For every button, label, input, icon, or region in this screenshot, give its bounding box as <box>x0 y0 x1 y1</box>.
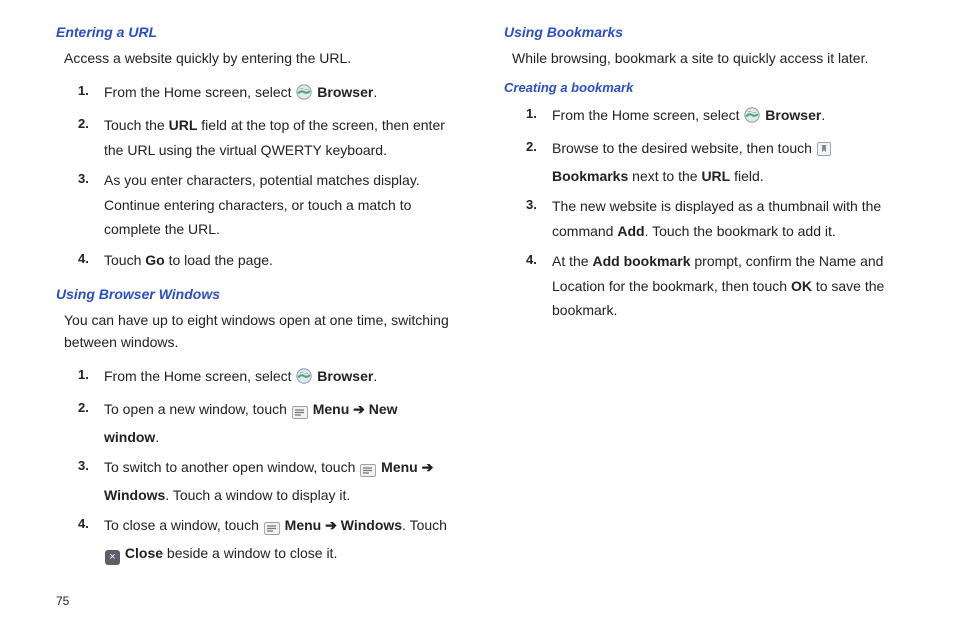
intro-entering-url: Access a website quickly by entering the… <box>64 48 456 70</box>
list-item: To close a window, touch Menu ➔ Windows.… <box>56 513 456 565</box>
bookmark-icon <box>817 139 831 164</box>
list-item: To switch to another open window, touch … <box>56 455 456 507</box>
list-item: From the Home screen, select Browser. <box>56 80 456 108</box>
list-item: Touch the URL field at the top of the sc… <box>56 113 456 162</box>
menu-icon <box>264 516 280 541</box>
list-item: Browse to the desired website, then touc… <box>504 136 904 188</box>
globe-icon <box>296 367 312 392</box>
menu-icon <box>292 400 308 425</box>
right-column: Using Bookmarks While browsing, bookmark… <box>504 24 904 579</box>
list-item: At the Add bookmark prompt, confirm the … <box>504 249 904 323</box>
globe-icon <box>744 106 760 131</box>
heading-browser-windows: Using Browser Windows <box>56 286 456 302</box>
heading-entering-url: Entering a URL <box>56 24 456 40</box>
left-column: Entering a URL Access a website quickly … <box>56 24 456 579</box>
steps-entering-url: From the Home screen, select Browser. To… <box>56 80 456 273</box>
page-number: 75 <box>56 594 69 608</box>
intro-using-bookmarks: While browsing, bookmark a site to quick… <box>512 48 904 70</box>
list-item: To open a new window, touch Menu ➔ New w… <box>56 397 456 449</box>
steps-browser-windows: From the Home screen, select Browser. To… <box>56 364 456 566</box>
intro-browser-windows: You can have up to eight windows open at… <box>64 310 456 353</box>
list-item: From the Home screen, select Browser. <box>56 364 456 392</box>
list-item: As you enter characters, potential match… <box>56 168 456 242</box>
close-icon: × <box>105 550 120 565</box>
heading-using-bookmarks: Using Bookmarks <box>504 24 904 40</box>
globe-icon <box>296 83 312 108</box>
heading-creating-bookmark: Creating a bookmark <box>504 80 904 95</box>
list-item: Touch Go to load the page. <box>56 248 456 273</box>
steps-creating-bookmark: From the Home screen, select Browser. Br… <box>504 103 904 323</box>
menu-icon <box>360 458 376 483</box>
list-item: From the Home screen, select Browser. <box>504 103 904 131</box>
list-item: The new website is displayed as a thumbn… <box>504 194 904 243</box>
